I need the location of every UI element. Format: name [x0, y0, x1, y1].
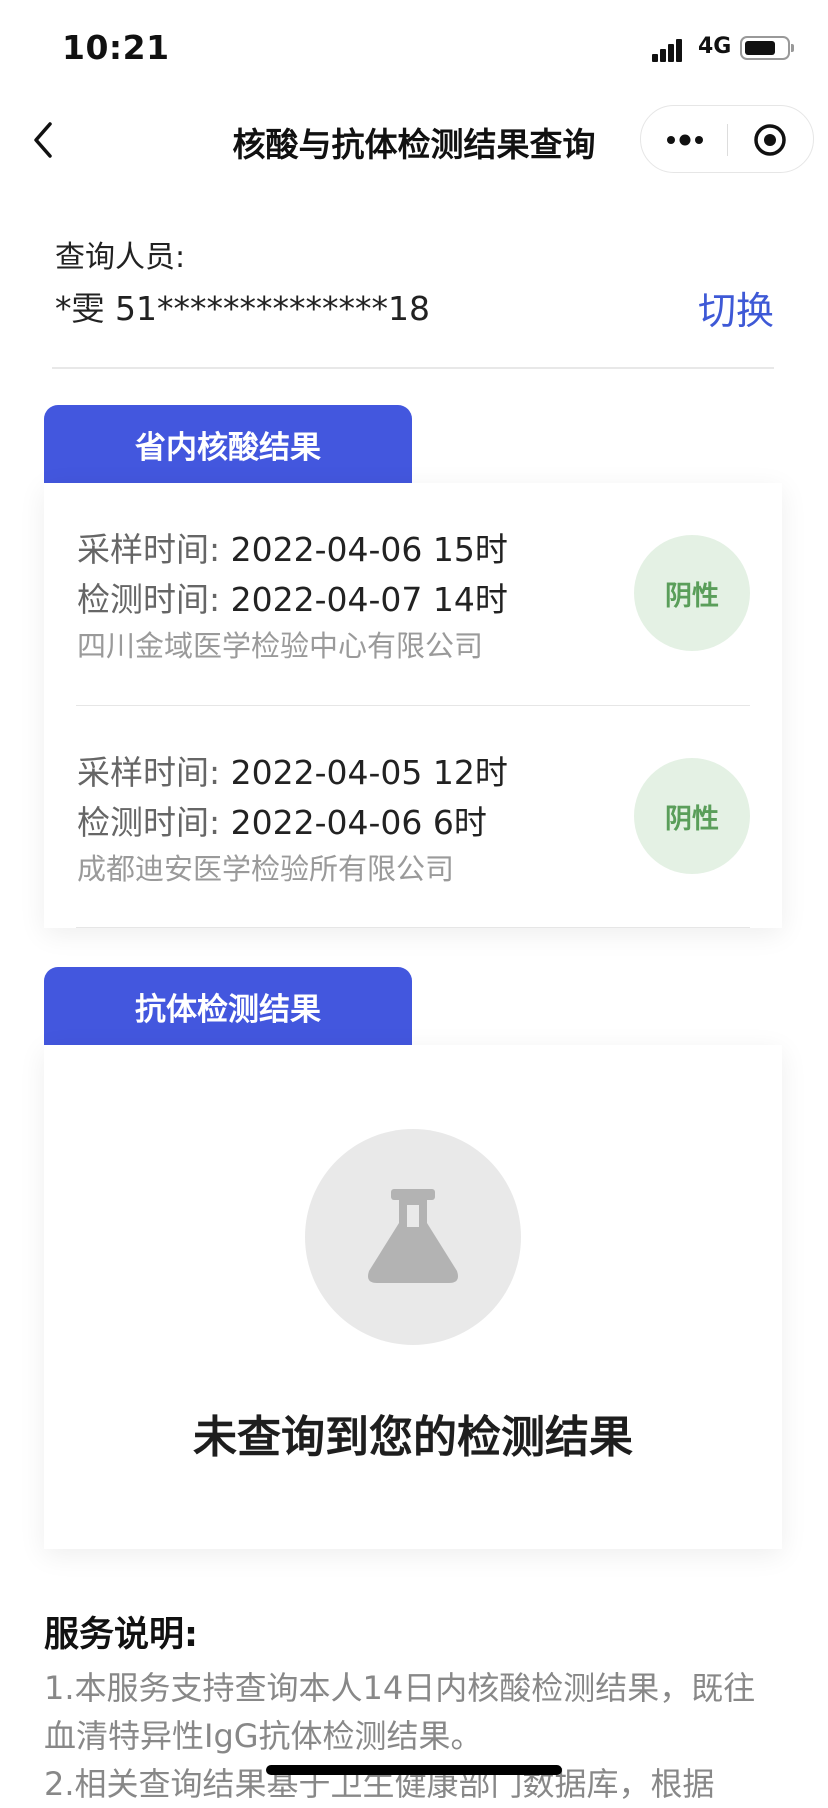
target-icon[interactable]	[753, 123, 787, 157]
signal-icon	[652, 36, 690, 62]
back-icon[interactable]	[26, 118, 62, 162]
test-time-value: 2022-04-07 14时	[230, 580, 508, 619]
network-type: 4G	[698, 34, 732, 59]
row-divider	[76, 927, 750, 928]
divider	[52, 367, 774, 369]
more-icon[interactable]	[665, 128, 705, 152]
sample-time-line: 采样时间: 2022-04-05 12时	[77, 746, 508, 794]
result-row[interactable]: 采样时间: 2022-04-05 12时 检测时间: 2022-04-06 6时…	[44, 706, 782, 928]
sample-time-label: 采样时间:	[77, 753, 221, 792]
sample-time-value: 2022-04-06 15时	[230, 530, 508, 569]
empty-state-text: 未查询到您的检测结果	[193, 1412, 633, 1463]
empty-state-illustration	[305, 1129, 521, 1345]
result-badge: 阴性	[634, 535, 750, 651]
home-indicator[interactable]	[266, 1765, 562, 1775]
status-time: 10:21	[62, 28, 170, 67]
test-time-line: 检测时间: 2022-04-07 14时	[77, 573, 508, 621]
service-title: 服务说明:	[44, 1615, 198, 1655]
result-badge: 阴性	[634, 758, 750, 874]
battery-icon	[740, 36, 794, 60]
test-time-value: 2022-04-06 6时	[230, 803, 487, 842]
switch-person-button[interactable]: 切换	[698, 280, 774, 335]
sample-time-value: 2022-04-05 12时	[230, 753, 508, 792]
test-organization: 四川金域医学检验中心有限公司	[77, 629, 484, 663]
antibody-results-panel: 未查询到您的检测结果	[44, 1045, 782, 1549]
sample-time-label: 采样时间:	[77, 530, 221, 569]
person-label: 查询人员:	[55, 240, 186, 275]
test-organization: 成都迪安医学检验所有限公司	[77, 852, 455, 886]
page-title: 核酸与抗体检测结果查询	[232, 125, 596, 164]
test-time-line: 检测时间: 2022-04-06 6时	[77, 796, 487, 844]
tab-antibody-results[interactable]: 抗体检测结果	[44, 967, 412, 1045]
test-time-label: 检测时间:	[77, 803, 221, 842]
service-note-line: 血清特异性IgG抗体检测结果。	[44, 1717, 483, 1755]
mini-program-capsule	[640, 105, 814, 173]
test-time-label: 检测时间:	[77, 580, 221, 619]
tab-nucleic-results[interactable]: 省内核酸结果	[44, 405, 412, 483]
result-row[interactable]: 采样时间: 2022-04-06 15时 检测时间: 2022-04-07 14…	[44, 483, 782, 705]
sample-time-line: 采样时间: 2022-04-06 15时	[77, 523, 508, 571]
service-note-line: 1.本服务支持查询本人14日内核酸检测结果，既往	[44, 1669, 756, 1707]
nucleic-results-panel: 采样时间: 2022-04-06 15时 检测时间: 2022-04-07 14…	[44, 483, 782, 928]
person-value: *雯 51**************18	[55, 289, 430, 328]
flask-icon	[368, 1189, 458, 1283]
